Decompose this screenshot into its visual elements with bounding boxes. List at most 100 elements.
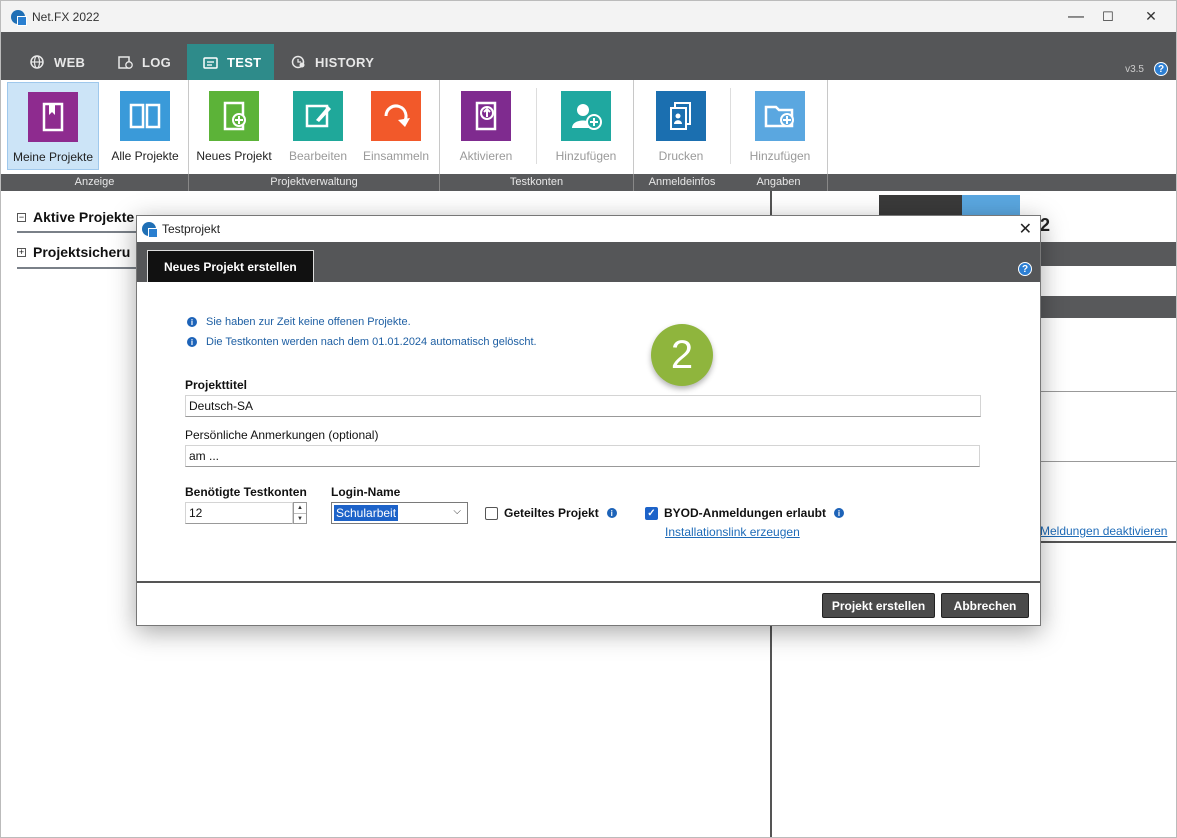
projekttitel-input[interactable]: Deutsch-SA (185, 395, 981, 417)
neues-projekt-label: Neues Projekt (196, 149, 272, 163)
info-text: Die Testkonten werden nach dem 01.01.202… (206, 336, 537, 348)
tab-web-label: WEB (54, 54, 86, 70)
ribbon-separator (827, 80, 828, 174)
tab-test-label: TEST (227, 54, 262, 70)
tab-web[interactable]: WEB (15, 44, 99, 80)
expand-icon[interactable]: + (17, 247, 26, 257)
checkbox-checked-icon[interactable]: ✓ (645, 506, 658, 520)
tab-history[interactable]: HISTORY (276, 44, 388, 80)
ribbon-group-bar: Anzeige Projektverwaltung Testkonten Anm… (1, 174, 1176, 191)
ribbon-separator (439, 80, 440, 174)
testkonten-hinzufuegen-button[interactable]: Hinzufügen (540, 82, 632, 170)
close-button[interactable]: ✕ (1128, 1, 1174, 32)
projekt-erstellen-button[interactable]: Projekt erstellen (822, 593, 935, 618)
info-icon[interactable]: i (834, 508, 845, 518)
ribbon-separator (633, 80, 634, 174)
version-label: v3.5 (1125, 64, 1144, 75)
geteiltes-projekt-checkbox[interactable]: Geteiltes Projekt i (485, 506, 617, 520)
dialog-footer: Projekt erstellen Abbrechen (137, 581, 1040, 625)
new-project-icon (209, 91, 259, 141)
group-angaben: Angaben (756, 176, 801, 188)
projekttitel-label: Projekttitel (185, 378, 248, 392)
aktivieren-label: Aktivieren (459, 149, 513, 163)
dialog-title: Testprojekt (162, 222, 221, 236)
tab-test[interactable]: TEST (187, 44, 274, 80)
tree-label: Projektsicheru (33, 244, 131, 260)
ribbon-toolbar: Meine Projekte Alle Projekte Neues Proje… (1, 80, 1176, 174)
dialog-help-icon[interactable]: ? (1018, 262, 1032, 276)
byod-label: BYOD-Anmeldungen erlaubt (664, 506, 827, 520)
group-testkonten: Testkonten (509, 176, 564, 188)
angaben-hinzufuegen-button[interactable]: Hinzufügen (734, 82, 826, 170)
einsammeln-button[interactable]: Einsammeln (350, 82, 442, 170)
testkonten-input[interactable]: 12 (185, 502, 293, 524)
group-anzeige: Anzeige (74, 176, 115, 188)
info-message: i Sie haben zur Zeit keine offenen Proje… (187, 316, 411, 328)
collapse-icon[interactable]: − (17, 212, 26, 222)
group-anmeldeinfos: Anmeldeinfos (648, 176, 716, 188)
add-folder-icon (755, 91, 805, 141)
info-icon: i (187, 337, 197, 347)
tab-log[interactable]: LOG (103, 44, 185, 80)
group-projektverwaltung: Projektverwaltung (270, 176, 358, 188)
book-icon (120, 91, 170, 141)
testprojekt-dialog: Testprojekt ✕ Neues Projekt erstellen ? … (136, 215, 1041, 626)
neues-projekt-button[interactable]: Neues Projekt (188, 82, 280, 170)
add-user-icon (561, 91, 611, 141)
app-title: Net.FX 2022 (32, 9, 100, 24)
meldungen-deaktivieren-link[interactable]: Meldungen deaktivieren (1040, 524, 1167, 538)
test-icon (202, 55, 218, 69)
ribbon-separator (730, 88, 731, 164)
chevron-down-icon[interactable]: ⌵ (453, 506, 461, 517)
drucken-label: Drucken (658, 149, 704, 163)
anmerkungen-label: Persönliche Anmerkungen (optional) (185, 428, 379, 442)
abbrechen-button[interactable]: Abbrechen (941, 593, 1029, 618)
dialog-close-button[interactable]: ✕ (1019, 219, 1032, 239)
log-icon (117, 55, 133, 69)
alle-projekte-label: Alle Projekte (111, 149, 179, 163)
installationslink-link[interactable]: Installationslink erzeugen (665, 525, 800, 539)
tab-history-label: HISTORY (315, 54, 375, 70)
anmerkungen-input[interactable]: am ... (185, 445, 980, 467)
dialog-title-bar: Testprojekt ✕ (137, 216, 1040, 242)
angaben-hinzufuegen-label: Hinzufügen (749, 149, 811, 163)
activate-icon (461, 91, 511, 141)
alle-projekte-button[interactable]: Alle Projekte (99, 82, 191, 170)
tree-item-active-projects[interactable]: − Aktive Projekte (17, 209, 134, 225)
login-name-label: Login-Name (331, 485, 401, 499)
testkonten-stepper[interactable]: ▲ ▼ (293, 502, 307, 524)
login-name-select[interactable]: Schularbeit ⌵ (331, 502, 468, 524)
edit-icon (293, 91, 343, 141)
group-separator (827, 174, 828, 191)
maximize-button[interactable]: ☐ (1085, 1, 1131, 32)
globe-icon (29, 55, 45, 69)
app-logo-icon (11, 9, 27, 26)
help-icon[interactable]: ? (1154, 62, 1168, 76)
tab-log-label: LOG (142, 54, 172, 70)
ribbon-separator (188, 80, 189, 174)
info-icon: i (187, 317, 197, 327)
meine-projekte-label: Meine Projekte (12, 150, 94, 164)
tab-neues-projekt[interactable]: Neues Projekt erstellen (147, 250, 314, 282)
tree-label: Aktive Projekte (33, 209, 135, 225)
history-icon (290, 55, 306, 69)
byod-checkbox[interactable]: ✓ BYOD-Anmeldungen erlaubt i (645, 506, 845, 520)
bookmark-icon (28, 92, 78, 142)
ribbon-separator (536, 88, 537, 164)
collect-icon (371, 91, 421, 141)
login-name-value: Schularbeit (334, 505, 399, 521)
title-bar: Net.FX 2022 — ☐ ✕ (1, 1, 1176, 32)
spin-up-icon[interactable]: ▲ (294, 503, 306, 514)
aktivieren-button[interactable]: Aktivieren (440, 82, 532, 170)
meine-projekte-button[interactable]: Meine Projekte (7, 82, 99, 170)
dialog-tab-bar: Neues Projekt erstellen ? (137, 242, 1040, 282)
info-text: Sie haben zur Zeit keine offenen Projekt… (206, 316, 411, 328)
print-icon (656, 91, 706, 141)
checkbox-box[interactable] (485, 506, 498, 520)
step-badge: 2 (651, 324, 713, 386)
info-icon[interactable]: i (606, 508, 617, 518)
drucken-button[interactable]: Drucken (635, 82, 727, 170)
tree-item-project-backups[interactable]: + Projektsicheru (17, 244, 130, 260)
dialog-app-icon (142, 222, 158, 238)
spin-down-icon[interactable]: ▼ (294, 514, 306, 524)
